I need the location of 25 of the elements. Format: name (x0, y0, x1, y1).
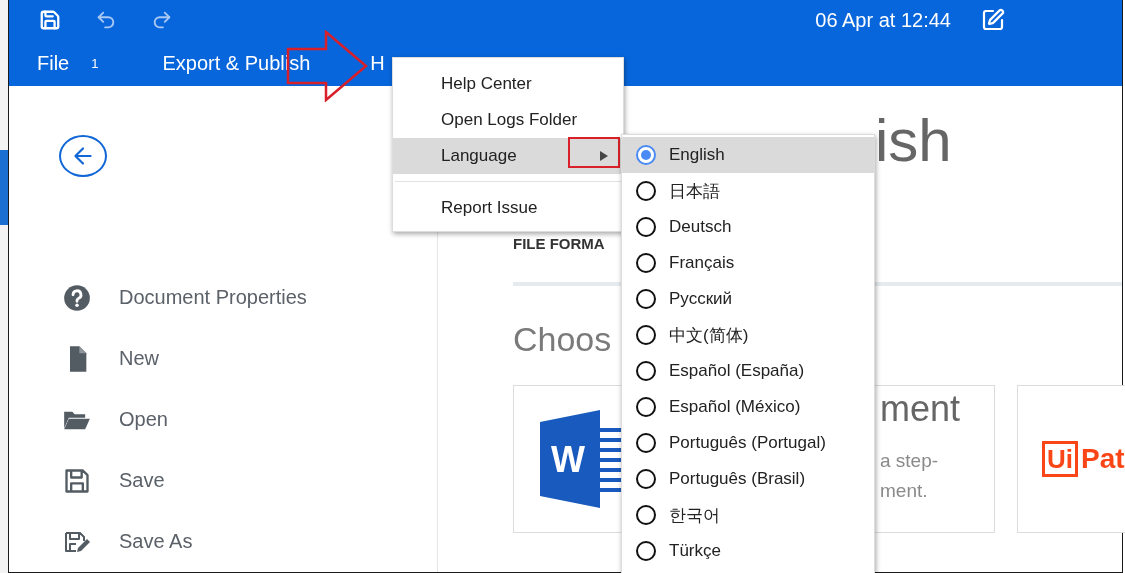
language-label: Español (España) (669, 361, 805, 381)
count-label: 1 (91, 55, 99, 71)
page-title: ish (875, 106, 952, 175)
language-label: Español (México) (669, 397, 801, 417)
language-label: Deutsch (669, 217, 732, 237)
language-label: Русский (669, 289, 733, 309)
language-label: 日本語 (669, 180, 720, 203)
section-heading: Choos (513, 320, 612, 359)
logo-mark: Ui (1042, 441, 1078, 477)
logo-text: Pat (1081, 443, 1125, 475)
section-label: FILE FORMA (513, 235, 605, 252)
card-description: a step- ment. (880, 449, 939, 503)
menu-label: Open Logs Folder (441, 110, 578, 130)
date-time: 06 Apr at 12:44 (815, 8, 951, 32)
language-label: English (669, 145, 725, 165)
menu-label: Help Center (441, 74, 532, 94)
language-label: Português (Brasil) (669, 469, 806, 489)
language-label: 中文(简体) (669, 324, 749, 347)
language-label: Français (669, 253, 735, 273)
language-label: Türkçe (669, 541, 721, 561)
menu-label: Language (441, 146, 517, 166)
card-title: ment (880, 388, 961, 430)
language-label: Português (Portugal) (669, 433, 826, 453)
language-label: 한국어 (669, 504, 720, 527)
menu-label: Report Issue (441, 198, 538, 218)
